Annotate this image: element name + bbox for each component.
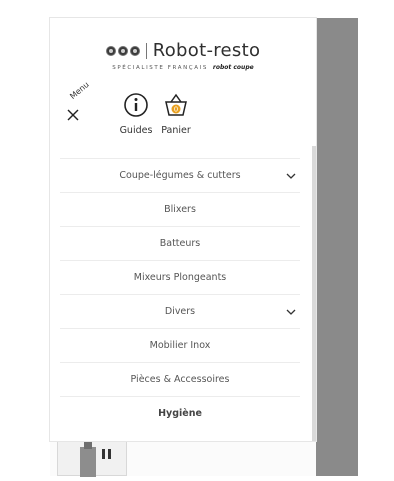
menu-item-mobilier-inox[interactable]: Mobilier Inox [60, 329, 300, 363]
cart-label: Panier [161, 125, 191, 136]
menu-label: Menu [68, 79, 91, 101]
chevron-down-icon[interactable] [286, 171, 296, 181]
logo-text: Robot-resto [152, 40, 261, 61]
category-menu: Coupe-légumes & cutters Blixers Batteurs… [60, 158, 300, 430]
menu-item-coupe-legumes[interactable]: Coupe-légumes & cutters [60, 159, 300, 193]
menu-item-label: Mobilier Inox [149, 340, 211, 351]
info-icon [124, 93, 148, 117]
menu-item-label: Divers [164, 306, 196, 317]
logo-brand: robot coupe [212, 64, 254, 71]
menu-item-label: Batteurs [159, 238, 201, 249]
menu-item-pieces-accessoires[interactable]: Pièces & Accessoires [60, 363, 300, 397]
cart-count: 0 [174, 106, 178, 114]
menu-item-blixers[interactable]: Blixers [60, 193, 300, 227]
menu-scrollbar[interactable] [312, 146, 316, 441]
menu-item-hygiene[interactable]: Hygiène [60, 397, 300, 430]
menu-item-label: Hygiène [158, 408, 202, 419]
mobile-menu-panel: Robot-resto SPÉCIALISTE FRANÇAIS robot c… [50, 18, 316, 441]
basket-icon: 0 [165, 93, 187, 116]
product-image [80, 441, 111, 477]
menu-item-batteurs[interactable]: Batteurs [60, 227, 300, 261]
menu-item-label: Coupe-légumes & cutters [119, 170, 241, 181]
chevron-down-icon[interactable] [286, 307, 296, 317]
menu-toggle-button[interactable]: Menu [64, 80, 104, 128]
logo-disks-icon [105, 45, 140, 56]
menu-item-mixeurs-plongeants[interactable]: Mixeurs Plongeants [60, 261, 300, 295]
menu-item-label: Mixeurs Plongeants [133, 272, 227, 283]
menu-item-divers[interactable]: Divers [60, 295, 300, 329]
menu-item-label: Blixers [164, 204, 196, 215]
close-icon [67, 109, 79, 121]
product-thumbnail[interactable] [57, 438, 127, 477]
guides-button[interactable]: Guides [116, 92, 156, 136]
site-logo[interactable]: Robot-resto SPÉCIALISTE FRANÇAIS robot c… [50, 40, 316, 72]
guides-label: Guides [119, 125, 153, 136]
cart-button[interactable]: 0 Panier [156, 92, 196, 136]
menu-item-label: Pièces & Accessoires [130, 374, 230, 385]
logo-tagline: SPÉCIALISTE FRANÇAIS [112, 64, 208, 71]
